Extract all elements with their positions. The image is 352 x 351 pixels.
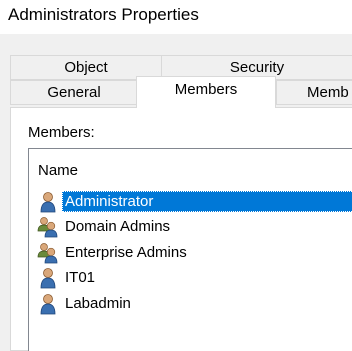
title-bar: Administrators Properties <box>0 0 352 34</box>
user-icon <box>36 267 60 289</box>
members-label: Members: <box>28 124 95 141</box>
user-icon <box>36 191 60 213</box>
list-item[interactable]: IT01 <box>36 266 352 290</box>
window-title: Administrators Properties <box>8 5 199 24</box>
member-name: Labadmin <box>65 295 131 312</box>
tab-member-of[interactable]: Memb <box>276 80 352 105</box>
list-item[interactable]: Enterprise Admins <box>36 241 352 265</box>
group-icon <box>36 242 60 264</box>
list-item[interactable]: Labadmin <box>36 292 352 316</box>
member-name: Domain Admins <box>65 218 171 235</box>
member-name: Administrator <box>62 191 352 212</box>
tab-general[interactable]: General <box>10 80 138 105</box>
column-header-name[interactable]: Name <box>38 162 78 179</box>
group-icon <box>36 216 60 238</box>
list-item[interactable]: Administrator <box>36 190 352 214</box>
tab-members[interactable]: Members <box>136 76 276 108</box>
list-item[interactable]: Domain Admins <box>36 215 352 239</box>
member-name: IT01 <box>65 269 96 286</box>
user-icon <box>36 293 60 315</box>
member-name: Enterprise Admins <box>65 244 187 261</box>
